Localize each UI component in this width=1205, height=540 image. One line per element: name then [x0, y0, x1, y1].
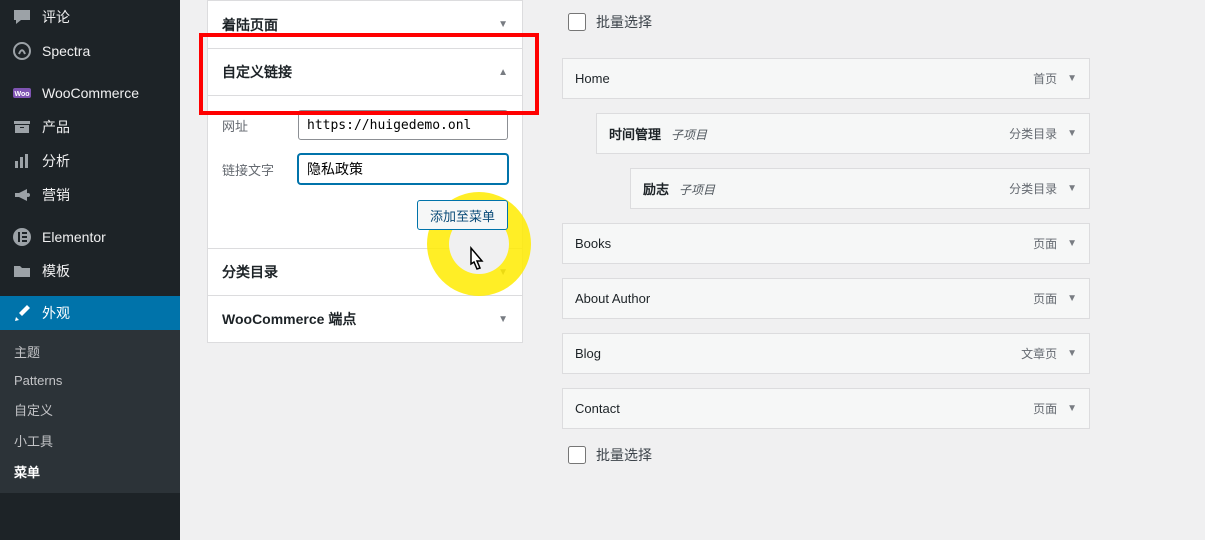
svg-text:Woo: Woo: [14, 91, 29, 98]
accordion-label: 分类目录: [222, 262, 278, 282]
sidebar-item-label: WooCommerce: [42, 85, 139, 101]
menu-item[interactable]: Contact 页面 ▼: [562, 388, 1090, 429]
caret-down-icon[interactable]: ▼: [1067, 73, 1077, 84]
accordion-label: 自定义链接: [222, 62, 292, 82]
menu-item-type: 分类目录: [1009, 125, 1057, 142]
menu-item[interactable]: 时间管理子项目 分类目录 ▼: [596, 113, 1090, 154]
sidebar-item-marketing[interactable]: 营销: [0, 178, 180, 212]
caret-down-icon[interactable]: ▼: [1067, 238, 1077, 249]
sidebar-item-analytics[interactable]: 分析: [0, 144, 180, 178]
bulk-select-bottom[interactable]: 批量选择: [564, 443, 1090, 467]
bulk-select-label: 批量选择: [596, 445, 652, 465]
add-menu-items-panel: 着陆页面 ▼ 自定义链接 ▲ 网址 链接文字 添加至菜单 分类目录 ▼ WooC…: [207, 0, 523, 343]
add-to-menu-button[interactable]: 添加至菜单: [417, 200, 508, 230]
link-text-input[interactable]: [298, 154, 508, 184]
bar-chart-icon: [12, 151, 32, 171]
accordion-label: WooCommerce 端点: [222, 309, 356, 329]
link-text-label: 链接文字: [222, 160, 298, 179]
caret-down-icon[interactable]: ▼: [1067, 348, 1077, 359]
sidebar-item-label: 外观: [42, 303, 70, 323]
caret-down-icon: ▼: [498, 314, 508, 325]
menu-item-title: About Author: [575, 291, 650, 306]
caret-down-icon[interactable]: ▼: [1067, 128, 1077, 139]
folder-icon: [12, 261, 32, 281]
elementor-icon: [12, 227, 32, 247]
menu-item-subtitle: 子项目: [679, 181, 715, 198]
submenu-widgets[interactable]: 小工具: [0, 425, 180, 456]
caret-down-icon[interactable]: ▼: [1067, 183, 1077, 194]
accordion-label: 着陆页面: [222, 15, 278, 35]
caret-down-icon: ▼: [498, 19, 508, 30]
menu-item-title: 时间管理: [609, 124, 661, 143]
sidebar-item-comments[interactable]: 评论: [0, 0, 180, 34]
menu-items-list: Home首页▼时间管理子项目分类目录▼励志子项目分类目录▼Books页面▼Abo…: [562, 58, 1090, 429]
appearance-submenu: 主题 Patterns 自定义 小工具 菜单: [0, 330, 180, 493]
menu-item[interactable]: About Author 页面 ▼: [562, 278, 1090, 319]
bulk-select-checkbox[interactable]: [568, 446, 586, 464]
sidebar-item-label: 产品: [42, 117, 70, 137]
sidebar-item-label: 评论: [42, 7, 70, 27]
menu-item-title: Books: [575, 236, 611, 251]
menu-item[interactable]: 励志子项目 分类目录 ▼: [630, 168, 1090, 209]
sidebar-item-woocommerce[interactable]: Woo WooCommerce: [0, 76, 180, 110]
sidebar-item-products[interactable]: 产品: [0, 110, 180, 144]
sidebar-item-templates[interactable]: 模板: [0, 254, 180, 288]
sidebar-item-spectra[interactable]: Spectra: [0, 34, 180, 68]
megaphone-icon: [12, 185, 32, 205]
menu-item[interactable]: Home 首页 ▼: [562, 58, 1090, 99]
menu-item-title: Blog: [575, 346, 601, 361]
accordion-custom-links[interactable]: 自定义链接 ▲: [208, 48, 522, 95]
accordion-woocommerce-endpoints[interactable]: WooCommerce 端点 ▼: [208, 295, 522, 342]
accordion-categories[interactable]: 分类目录 ▼: [208, 248, 522, 295]
submenu-themes[interactable]: 主题: [0, 336, 180, 367]
caret-down-icon: ▼: [498, 267, 508, 278]
accordion-landing-pages[interactable]: 着陆页面 ▼: [208, 1, 522, 48]
sidebar-item-appearance[interactable]: 外观: [0, 296, 180, 330]
url-input[interactable]: [298, 110, 508, 140]
archive-icon: [12, 117, 32, 137]
submenu-menus[interactable]: 菜单: [0, 456, 180, 487]
caret-up-icon: ▲: [498, 67, 508, 78]
caret-down-icon[interactable]: ▼: [1067, 293, 1077, 304]
sidebar-item-label: Elementor: [42, 229, 106, 245]
admin-sidebar: 评论 Spectra Woo WooCommerce 产品 分析 营销 Elem…: [0, 0, 180, 540]
menu-item-title: 励志: [643, 179, 669, 198]
sidebar-item-label: Spectra: [42, 43, 90, 59]
sidebar-item-label: 营销: [42, 185, 70, 205]
menu-item-type: 分类目录: [1009, 180, 1057, 197]
submenu-customize[interactable]: 自定义: [0, 394, 180, 425]
menu-item-type: 文章页: [1021, 345, 1057, 362]
sidebar-item-label: 模板: [42, 261, 70, 281]
menu-item[interactable]: Books 页面 ▼: [562, 223, 1090, 264]
spectra-icon: [12, 41, 32, 61]
menu-item-title: Home: [575, 71, 610, 86]
bulk-select-checkbox[interactable]: [568, 13, 586, 31]
menu-item-type: 页面: [1033, 290, 1057, 307]
caret-down-icon[interactable]: ▼: [1067, 403, 1077, 414]
brush-icon: [12, 303, 32, 323]
menu-item-type: 页面: [1033, 235, 1057, 252]
custom-link-form: 网址 链接文字 添加至菜单: [208, 95, 522, 248]
sidebar-item-elementor[interactable]: Elementor: [0, 220, 180, 254]
sidebar-item-label: 分析: [42, 151, 70, 171]
woocommerce-icon: Woo: [12, 83, 32, 103]
menu-item-title: Contact: [575, 401, 620, 416]
menu-item-type: 页面: [1033, 400, 1057, 417]
menu-structure-panel: 批量选择 Home首页▼时间管理子项目分类目录▼励志子项目分类目录▼Books页…: [562, 0, 1090, 491]
menu-item-type: 首页: [1033, 70, 1057, 87]
url-label: 网址: [222, 116, 298, 135]
bulk-select-top[interactable]: 批量选择: [564, 10, 1090, 34]
menu-item[interactable]: Blog 文章页 ▼: [562, 333, 1090, 374]
comment-icon: [12, 7, 32, 27]
bulk-select-label: 批量选择: [596, 12, 652, 32]
menu-item-subtitle: 子项目: [671, 126, 707, 143]
submenu-patterns[interactable]: Patterns: [0, 367, 180, 394]
